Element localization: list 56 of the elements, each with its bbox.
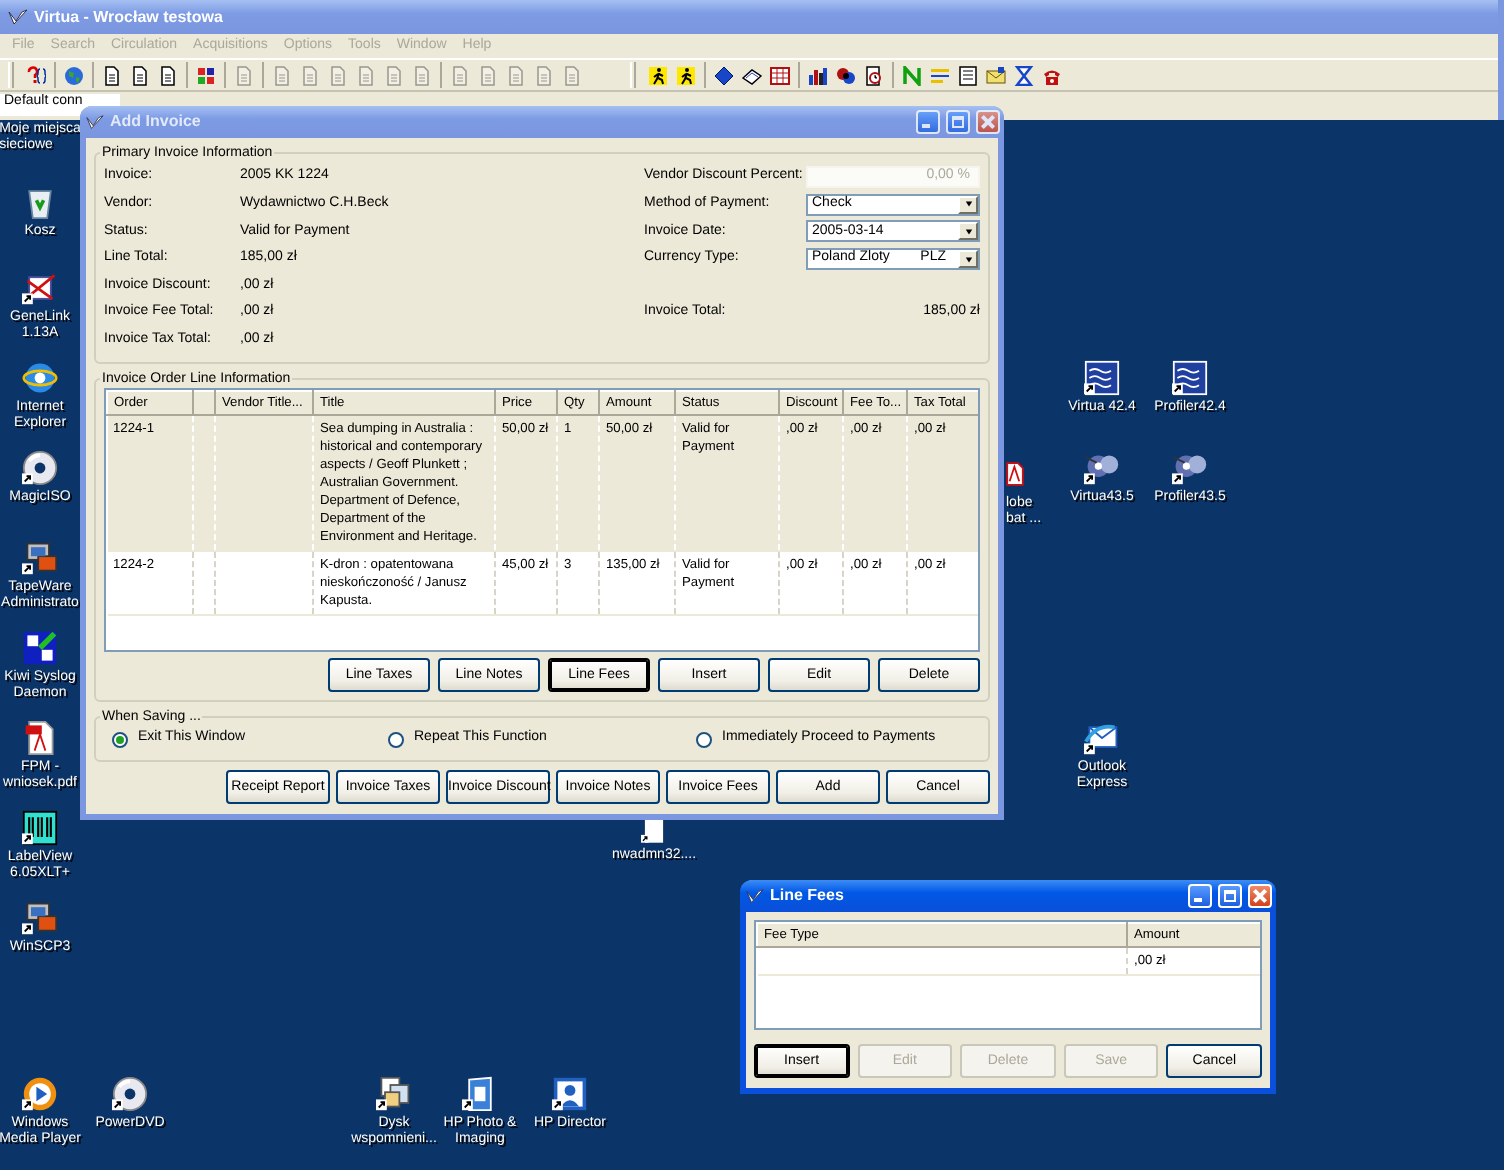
clock-page-icon[interactable] <box>864 65 884 85</box>
grid-icon[interactable] <box>196 65 216 85</box>
framed-figure-icon[interactable] <box>552 1076 588 1112</box>
pdf-document-icon[interactable] <box>1006 456 1030 492</box>
diamond-icon[interactable] <box>714 65 734 85</box>
minimize-button[interactable] <box>1188 884 1212 908</box>
bar-chart-icon[interactable] <box>808 65 828 85</box>
barcode-icon[interactable] <box>22 810 58 846</box>
close-button[interactable] <box>1248 884 1272 908</box>
photos-icon[interactable] <box>376 1076 412 1112</box>
window-title: Virtua - Wrocław testowa <box>34 7 225 27</box>
book-icon[interactable] <box>462 1076 498 1112</box>
disc-icon[interactable] <box>22 450 58 486</box>
crossed-app-icon[interactable] <box>22 270 58 306</box>
window-title: Add Invoice <box>110 112 203 132</box>
radio-button[interactable] <box>388 731 404 748</box>
caret-icon <box>963 227 973 236</box>
page-icon[interactable] <box>130 65 150 85</box>
close-button[interactable] <box>976 110 1000 134</box>
caret-icon <box>963 200 973 209</box>
phone-icon[interactable] <box>1042 65 1062 85</box>
page-icon[interactable] <box>158 65 178 85</box>
maximize-button[interactable] <box>946 110 970 134</box>
walking-person-icon[interactable] <box>676 65 696 85</box>
globe-icon[interactable] <box>22 360 58 396</box>
logo-icon <box>746 887 764 905</box>
computer-icon[interactable] <box>22 900 58 936</box>
computer-icon[interactable] <box>22 540 58 576</box>
recycle-bin-icon[interactable] <box>22 184 58 220</box>
lines-icon[interactable] <box>930 65 950 85</box>
caret-icon <box>963 255 973 264</box>
walking-person-icon[interactable] <box>648 65 668 85</box>
maximize-button[interactable] <box>1218 884 1242 908</box>
radio-button[interactable] <box>696 731 712 748</box>
gears-icon[interactable] <box>1172 450 1208 486</box>
drum-icon[interactable] <box>836 65 856 85</box>
mail-icon[interactable] <box>1084 720 1120 756</box>
pdf-document-icon[interactable] <box>22 720 58 756</box>
gears-icon[interactable] <box>1084 450 1120 486</box>
logo-icon <box>8 7 28 27</box>
window-title: Line Fees <box>770 886 846 906</box>
media-player-icon[interactable] <box>22 1076 58 1112</box>
waves-icon[interactable] <box>1172 360 1208 396</box>
page-icon[interactable] <box>102 65 122 85</box>
help-icon[interactable] <box>26 65 46 85</box>
disc-icon[interactable] <box>112 1076 148 1112</box>
radio-button[interactable] <box>112 731 128 748</box>
waves-icon[interactable] <box>1084 360 1120 396</box>
blocks-icon[interactable] <box>22 630 58 666</box>
envelope-icon[interactable] <box>986 65 1006 85</box>
calendar-icon[interactable] <box>770 65 790 85</box>
hourglass-icon[interactable] <box>1014 65 1034 85</box>
zigzag-icon[interactable] <box>902 65 922 85</box>
minimize-button[interactable] <box>916 110 940 134</box>
book-icon[interactable] <box>742 65 762 85</box>
list-icon[interactable] <box>958 65 978 85</box>
